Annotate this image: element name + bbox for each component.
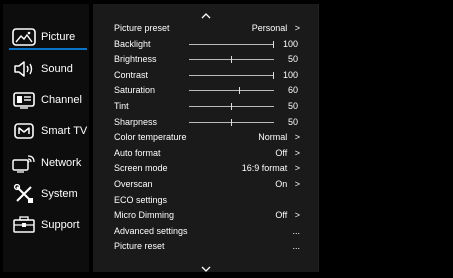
- setting-value-group: Personal >: [252, 21, 300, 36]
- slider-knob[interactable]: [273, 71, 274, 79]
- setting-label: Screen mode: [114, 163, 168, 174]
- sidebar-item-picture[interactable]: Picture: [3, 24, 89, 50]
- sidebar-item-sound[interactable]: Sound: [3, 56, 89, 82]
- setting-slider[interactable]: [189, 87, 274, 95]
- setting-label: Tint: [114, 101, 129, 111]
- setting-value-group: Off >: [275, 146, 300, 161]
- setting-row-contrast[interactable]: Contrast 100: [93, 68, 318, 84]
- sidebar-item-channel[interactable]: Channel: [3, 87, 89, 113]
- setting-value-group: On >: [275, 177, 300, 192]
- tools-icon: [11, 184, 37, 204]
- setting-value: On: [275, 179, 288, 189]
- setting-row-tint[interactable]: Tint 50: [93, 99, 318, 115]
- setting-value: Off: [275, 210, 288, 221]
- setting-label: Overscan: [114, 179, 153, 189]
- setting-label: Brightness: [114, 54, 157, 65]
- setting-value: Normal: [258, 132, 288, 143]
- setting-slider[interactable]: [189, 103, 274, 110]
- setting-row-micro-dimming[interactable]: Micro Dimming Off >: [93, 208, 318, 224]
- chevron-right-icon: >: [294, 23, 300, 33]
- sidebar: Picture Sound Channel Smart TV Network S…: [3, 4, 89, 272]
- sidebar-item-network[interactable]: Network: [3, 150, 89, 176]
- sidebar-item-label: System: [41, 188, 78, 200]
- setting-value-group: Off >: [275, 208, 300, 223]
- setting-label: Color temperature: [114, 132, 187, 143]
- picture-settings-panel: Picture preset Personal > Backlight 100 Brig…: [93, 4, 318, 272]
- setting-slider[interactable]: [189, 118, 274, 126]
- sidebar-item-label: Picture: [41, 31, 76, 43]
- setting-value: 50: [287, 116, 298, 127]
- sidebar-item-system[interactable]: System: [3, 181, 89, 207]
- setting-value-group: 16:9 format >: [242, 161, 300, 176]
- network-icon: [11, 153, 37, 173]
- preview-area: [318, 4, 451, 272]
- setting-row-screen-mode[interactable]: Screen mode 16:9 format >: [93, 161, 318, 177]
- sidebar-item-label: Support: [41, 219, 80, 231]
- setting-value: 100: [282, 38, 298, 49]
- setting-value: 16:9 format: [241, 163, 288, 174]
- chevron-right-icon: >: [294, 179, 300, 189]
- more-options-indicator: ...: [292, 241, 300, 252]
- setting-label: Sharpness: [114, 116, 158, 127]
- setting-value: 50: [287, 54, 298, 65]
- setting-label: ECO settings: [114, 194, 168, 205]
- setting-label: Micro Dimming: [114, 210, 175, 221]
- setting-slider[interactable]: [189, 56, 274, 64]
- setting-label: Picture reset: [114, 241, 165, 252]
- support-icon: [11, 215, 37, 235]
- setting-label: Saturation: [114, 85, 156, 96]
- setting-row-eco-settings[interactable]: ECO settings: [93, 193, 318, 209]
- setting-label: Auto format: [114, 147, 161, 158]
- slider-knob[interactable]: [230, 118, 232, 126]
- setting-row-picture-preset[interactable]: Picture preset Personal >: [93, 21, 318, 37]
- setting-row-auto-format[interactable]: Auto format Off >: [93, 146, 318, 162]
- setting-row-backlight[interactable]: Backlight 100: [93, 37, 318, 53]
- sidebar-item-label: Channel: [41, 94, 82, 106]
- speaker-icon: [11, 59, 37, 79]
- setting-value: 100: [282, 69, 298, 80]
- setting-value: 50: [287, 101, 298, 111]
- sidebar-item-label: Sound: [41, 63, 73, 75]
- channel-icon: [11, 90, 37, 110]
- setting-row-color-temperature[interactable]: Color temperature Normal >: [93, 130, 318, 146]
- selected-indicator: [9, 48, 87, 50]
- slider-knob[interactable]: [230, 56, 232, 64]
- more-options-indicator: ...: [292, 225, 300, 236]
- setting-label: Contrast: [114, 69, 149, 80]
- tv-settings-screen: Picture Sound Channel Smart TV Network S…: [0, 0, 453, 276]
- setting-value: 60: [287, 85, 298, 96]
- sidebar-item-label: Network: [41, 157, 82, 169]
- sidebar-item-support[interactable]: Support: [3, 212, 89, 238]
- chevron-right-icon: >: [294, 163, 300, 174]
- setting-value: Personal: [251, 23, 288, 33]
- setting-label: Advanced settings: [114, 225, 188, 236]
- setting-label: Backlight: [114, 38, 151, 49]
- setting-slider[interactable]: [189, 40, 274, 48]
- slider-knob[interactable]: [230, 103, 232, 110]
- setting-slider[interactable]: [189, 71, 274, 79]
- slider-knob[interactable]: [273, 40, 274, 48]
- chevron-right-icon: >: [294, 210, 300, 221]
- setting-row-advanced-settings[interactable]: Advanced settings...: [93, 224, 318, 240]
- setting-row-sharpness[interactable]: Sharpness 50: [93, 115, 318, 131]
- setting-value-group: Normal >: [258, 130, 300, 145]
- chevron-right-icon: >: [294, 147, 300, 158]
- sidebar-item-smart-tv[interactable]: Smart TV: [3, 118, 89, 144]
- smart-tv-icon: [11, 121, 37, 141]
- chevron-right-icon: >: [294, 132, 300, 143]
- sidebar-item-label: Smart TV: [41, 125, 88, 137]
- setting-row-saturation[interactable]: Saturation 60: [93, 83, 318, 99]
- setting-row-overscan[interactable]: Overscan On >: [93, 177, 318, 193]
- slider-knob[interactable]: [239, 87, 240, 95]
- setting-label: Picture preset: [114, 23, 170, 33]
- chevron-down-icon[interactable]: [93, 260, 318, 278]
- setting-value: Off: [275, 147, 288, 158]
- picture-icon: [11, 27, 37, 47]
- setting-row-picture-reset[interactable]: Picture reset...: [93, 239, 318, 255]
- setting-row-brightness[interactable]: Brightness 50: [93, 52, 318, 68]
